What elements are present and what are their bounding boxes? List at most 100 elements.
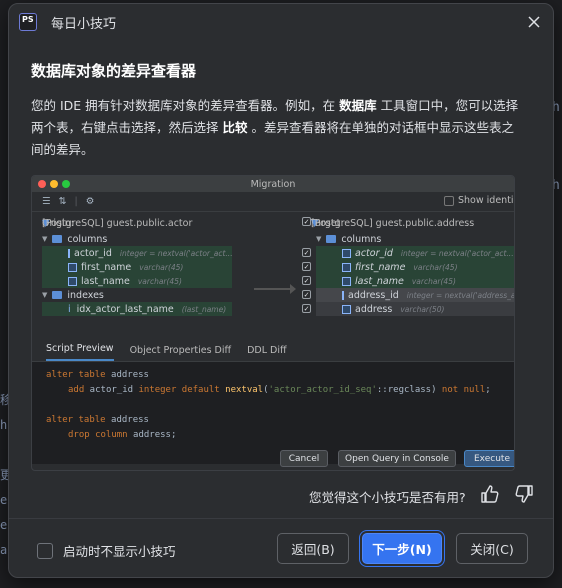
row-checkbox: ✓ [302, 248, 311, 257]
tree-label: address [355, 303, 393, 315]
column-icon [68, 276, 77, 286]
tree-label: columns [67, 233, 108, 245]
chevron-down-icon: ▼ [316, 235, 322, 243]
dialog-titlebar: PS 每日小技巧 [9, 4, 553, 40]
toolbar-divider: | [74, 196, 78, 207]
index-icon: i [68, 303, 71, 315]
tree-label: actor_id [355, 247, 393, 259]
preview-execute-button: Execute [464, 450, 514, 467]
thumbs-down-icon[interactable] [514, 484, 534, 508]
folder-icon [326, 235, 337, 243]
code-token: address [105, 415, 149, 425]
code-token: drop column [68, 430, 128, 440]
code-token: alter table [46, 415, 106, 425]
show-identical-checkbox [444, 195, 454, 206]
tree-label: last_name [81, 275, 130, 287]
dont-show-label: 启动时不显示小技巧 [63, 544, 176, 559]
tree-label: actor_id [74, 247, 112, 259]
preview-headers: Origin: ▼ [PostgreSQL] guest.public.acto… [32, 212, 514, 230]
column-icon [68, 248, 70, 258]
preview-cancel-button: Cancel [280, 450, 328, 467]
code-token: address; [127, 430, 177, 440]
right-tree-row: last_name varchar(45) [316, 274, 514, 288]
right-tree-row: address varchar(50) [316, 302, 514, 316]
thumbs-up-icon[interactable] [480, 484, 500, 508]
preview-toolbar: ☰ ⇅ | ⚙ Show identical [32, 192, 514, 212]
code-token: not null [441, 385, 486, 395]
code-line: alter table address [46, 368, 514, 383]
chevron-down-icon: ▼ [42, 291, 48, 299]
tree-label: last_name [355, 275, 404, 287]
dont-show-on-startup[interactable]: 启动时不显示小技巧 [37, 541, 176, 560]
row-checkbox: ✓ [302, 276, 311, 285]
app-icon-text: PS [22, 15, 34, 24]
desc-bold-database: 数据库 [339, 98, 377, 113]
tab-script-preview: Script Preview [46, 343, 114, 361]
tree-detail: varchar(45) [413, 262, 458, 272]
tab-ddl-diff: DDL Diff [247, 345, 287, 356]
tree-detail: integer = nextval('address_a... [406, 290, 515, 300]
tree-label: columns [341, 233, 382, 245]
close-icon[interactable] [523, 11, 545, 33]
chevron-down-icon: ▼ [42, 235, 48, 243]
folder-icon [52, 235, 63, 243]
code-token: nextval [219, 385, 264, 395]
column-icon [342, 262, 351, 272]
code-token: actor_id [84, 385, 139, 395]
left-tree-row: first_name varchar(45) [42, 260, 232, 274]
next-button[interactable]: 下一步(N) [362, 533, 442, 564]
code-line: add actor_id integer default nextval('ac… [46, 383, 514, 398]
traffic-light-maximize-icon [62, 180, 70, 188]
gear-icon: ⚙ [85, 196, 95, 207]
row-checkbox: ✓ [302, 304, 311, 313]
code-line: alter table address [46, 413, 514, 428]
tree-detail: varchar(45) [411, 276, 456, 286]
feedback-row: 您觉得这个小技巧是否有用? [309, 484, 534, 508]
origin-value: [PostgreSQL] guest.public.actor [42, 218, 193, 229]
app-logo-icon: PS [19, 13, 37, 31]
target-checkbox: ✓ [302, 217, 311, 226]
diff-arrow-icon [254, 284, 296, 294]
close-button[interactable]: 关闭(C) [456, 533, 528, 564]
preview-open-console-button: Open Query in Console [338, 450, 456, 467]
dialog-title: 每日小技巧 [51, 16, 117, 32]
back-button[interactable]: 返回(B) [277, 533, 349, 564]
align-icon: ☰ [42, 196, 51, 207]
row-checkbox: ✓ [302, 290, 311, 299]
code-token: integer default [138, 385, 220, 395]
folder-icon [52, 291, 63, 299]
right-tree-row: address_id integer = nextval('address_a..… [316, 288, 515, 302]
column-icon [342, 304, 351, 314]
footer-divider [9, 518, 553, 519]
left-tree-row: ▼ columns [42, 232, 232, 246]
tree-detail: integer = nextval('actor_act... [400, 248, 514, 258]
tree-label: address_id [348, 289, 399, 301]
tree-detail: varchar(50) [400, 304, 445, 314]
left-tree-row: last_name varchar(45) [42, 274, 232, 288]
tree-label: first_name [355, 261, 406, 273]
tab-object-properties-diff: Object Properties Diff [129, 345, 232, 356]
desc-bold-compare: 比较 [222, 120, 248, 135]
right-tree-row: ▼ columns [316, 232, 514, 246]
traffic-light-close-icon [38, 180, 46, 188]
tree-detail: (last_name) [181, 304, 227, 314]
preview-window-titlebar: Migration [32, 176, 514, 192]
code-token: add [68, 385, 85, 395]
column-icon [342, 276, 351, 286]
tree-label: indexes [67, 289, 104, 301]
show-identical-label: Show identical [458, 195, 514, 206]
column-icon [68, 262, 77, 272]
preview-footer: Cancel Open Query in Console Execute [32, 446, 514, 470]
dont-show-checkbox[interactable] [37, 542, 53, 559]
target-header: ✓ Target: ▼ [PostgreSQL] guest.public.ad… [302, 215, 474, 229]
left-tree-row: i idx_actor_last_name (last_name) [42, 302, 232, 316]
tree-label: idx_actor_last_name [76, 303, 174, 315]
preview-diff-tree: ▼ columns actor_id integer = nextval('acto… [32, 230, 514, 340]
column-icon [342, 248, 351, 258]
collapse-icon: ⇅ [58, 196, 67, 207]
column-icon [342, 290, 344, 300]
feedback-question: 您觉得这个小技巧是否有用? [309, 489, 466, 505]
desc-text: 您的 IDE 拥有针对数据库对象的差异查看器。例如，在 [31, 98, 340, 113]
code-token: ; [485, 385, 491, 395]
